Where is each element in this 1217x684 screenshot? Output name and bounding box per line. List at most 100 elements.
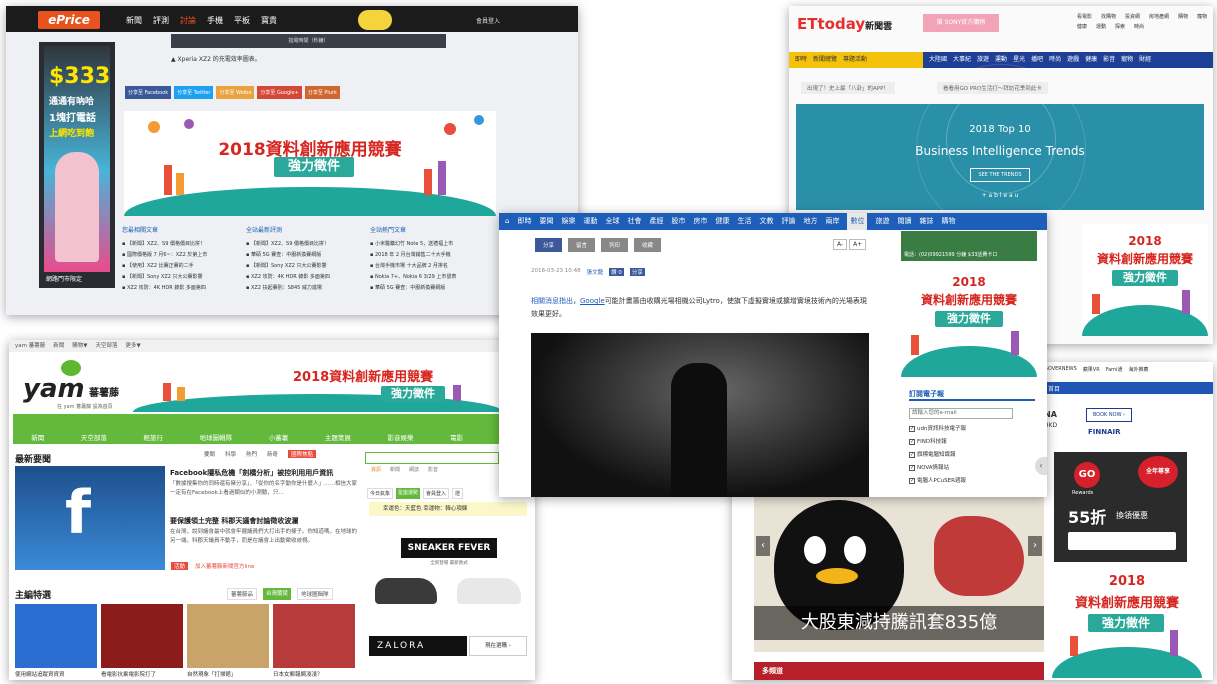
article-link[interactable]: 相關消息指出 xyxy=(531,297,573,305)
tab-earth[interactable]: 地球圖輯隊 xyxy=(297,588,333,600)
nav-travel[interactable]: 輕旅行 xyxy=(144,432,164,442)
special-thumb-phone[interactable] xyxy=(15,604,97,668)
top-link[interactable]: 時尚 xyxy=(1134,23,1144,30)
contest-side-ad[interactable]: 2018 資料創新應用競賽 強力徵件 xyxy=(1082,224,1208,336)
tab-orchid[interactable]: 台灣蘭陵 xyxy=(263,588,292,600)
nav-item[interactable]: 大事紀 xyxy=(953,52,971,68)
tab-more[interactable]: 證 xyxy=(452,488,464,499)
facebook-news-image[interactable]: f xyxy=(15,466,165,570)
carousel-prev-icon[interactable]: ‹ xyxy=(756,536,770,556)
list-item[interactable]: ▪ 台灣手機市場 十大品牌 2 月排名 xyxy=(370,261,500,272)
share-small-button[interactable]: 分享 xyxy=(629,268,645,276)
bi-button[interactable]: SEE THE TRENDS xyxy=(970,168,1030,182)
top-link[interactable]: 購物▼ xyxy=(72,340,87,352)
nav-item[interactable]: 地方 xyxy=(803,213,817,230)
bookmark-button[interactable]: 收藏 xyxy=(634,238,662,252)
top-link[interactable]: 海外推薦 xyxy=(1128,366,1148,373)
top-link[interactable]: 找購物 xyxy=(1101,13,1116,20)
top-link[interactable]: 更多▼ xyxy=(126,340,141,352)
ticker-1[interactable]: 出現了！史上最「八卦」的APP！ xyxy=(801,82,895,94)
share-button[interactable]: 分享 xyxy=(535,238,563,252)
top-link[interactable]: 看電影 xyxy=(1077,13,1092,20)
nav-item[interactable]: 財經 xyxy=(1139,52,1151,68)
nav-forum[interactable]: 討論 xyxy=(180,15,196,27)
nav-gift[interactable]: 寶貴 xyxy=(261,15,277,27)
nav-movie[interactable]: 電影 xyxy=(450,432,463,442)
tab-science[interactable]: 科學 xyxy=(225,450,236,458)
nav-news[interactable]: 新聞 xyxy=(31,432,44,442)
special-thumb-room[interactable] xyxy=(273,604,355,668)
contest-banner-ad[interactable]: 2018資料創新應用競賽 強力徵件 xyxy=(124,111,496,216)
nav-item[interactable]: 新聞總覽 xyxy=(813,52,837,68)
list-item[interactable]: ▪ 華碩 5G 賽查：中服新換賽網版 xyxy=(246,250,364,261)
article-author[interactable]: 張文龍 xyxy=(587,268,604,276)
nav-item[interactable]: 股市 xyxy=(671,213,685,230)
search-tab[interactable]: 網誌 xyxy=(409,466,419,473)
nav-item[interactable]: 運動 xyxy=(583,213,597,230)
nav-item[interactable]: 即時 xyxy=(517,213,531,230)
tab-main[interactable]: 要聞 xyxy=(204,450,215,458)
tab-novel[interactable]: 新奇 xyxy=(267,450,278,458)
nav-item[interactable]: 雜誌 xyxy=(919,213,933,230)
list-item[interactable]: ▪ 華碩 5G 賽查：中服新換賽網版 xyxy=(370,283,500,294)
nav-item[interactable]: 健康 xyxy=(1085,52,1097,68)
tab-weather[interactable]: 今日氣象 xyxy=(367,488,394,499)
nav-item[interactable]: 購物 xyxy=(941,213,955,230)
eprice-logo[interactable]: ePrice xyxy=(38,11,100,29)
news-headline-1[interactable]: Facebook隱私危機「劍橋分析」被控利用用戶資訊 xyxy=(170,468,365,478)
nav-item[interactable]: 即時 xyxy=(795,52,807,68)
list-item[interactable]: ▪ 【新聞】XZ2、S9 價格價目比拼！ xyxy=(122,239,240,250)
thumb-caption[interactable]: 日本女郵報網淺淺？ xyxy=(273,670,355,678)
list-item[interactable]: ▪ XZ2 攻防：4K HDR 錄影 多面第四 xyxy=(122,283,240,294)
subscription-checkbox[interactable]: ✓ 旗標電腦知識報 xyxy=(909,449,966,462)
nav-item[interactable]: 生活 xyxy=(737,213,751,230)
search-tab[interactable]: 新聞 xyxy=(390,466,400,473)
nav-item[interactable]: 評論 xyxy=(781,213,795,230)
nav-item[interactable]: 專題活動 xyxy=(843,52,867,68)
share-plurk-button[interactable]: 分享至 Plurk xyxy=(304,86,340,99)
nav-item[interactable]: 寵物 xyxy=(1121,52,1133,68)
top-link[interactable]: 運動 xyxy=(1096,23,1106,30)
nav-item[interactable]: 要聞 xyxy=(539,213,553,230)
nav-item[interactable]: 兩岸 xyxy=(825,213,839,230)
top-link[interactable]: yam 蕃薯藤 xyxy=(15,340,45,352)
nav-item[interactable]: 閱讀 xyxy=(897,213,911,230)
menu-item[interactable]: 首目 xyxy=(1048,384,1060,393)
nav-blog[interactable]: 天空部落 xyxy=(81,432,107,442)
home-icon[interactable]: ⌂ xyxy=(505,213,509,230)
list-item[interactable]: ▪ 2018 年 2 月台灣銷售二十大手機 xyxy=(370,250,500,261)
share-twitter-button[interactable]: 分享至 Twitter xyxy=(174,86,214,99)
book-now-button[interactable]: BOOK NOW › xyxy=(1086,408,1132,422)
top-link[interactable]: 探索 xyxy=(1115,23,1125,30)
nav-item[interactable]: 社會 xyxy=(627,213,641,230)
top-link[interactable]: 蘋果VR xyxy=(1083,366,1100,373)
top-link[interactable]: GOVERNEWS xyxy=(1044,366,1077,373)
list-item[interactable]: ▪ Nokia 7+、Nokia 6 3/29 上市發表 xyxy=(370,272,500,283)
sony-ad[interactable]: 搶 SONY官方購物 xyxy=(923,14,999,32)
sneaker-ad[interactable]: SNEAKER FEVER 全新登場 最新款式 xyxy=(369,526,529,630)
nav-theme[interactable]: 主題策展 xyxy=(325,432,351,442)
nav-item[interactable]: 時尚 xyxy=(1049,52,1061,68)
nav-earth[interactable]: 地球圖輯隊 xyxy=(200,432,233,442)
list-item[interactable]: ▪ 【新聞】Sony XZ2 只大公賽影響 xyxy=(122,272,240,283)
nav-item[interactable]: 播吧 xyxy=(1031,52,1043,68)
nav-video[interactable]: 影音娛樂 xyxy=(387,432,413,442)
yam-logo[interactable]: yam xyxy=(23,374,85,404)
thumb-caption[interactable]: 看電影抗乘電影院打了 xyxy=(101,670,183,678)
thumb-caption[interactable]: 自然現象「打掃館」 xyxy=(187,670,269,678)
nav-review[interactable]: 評測 xyxy=(153,15,169,27)
article-image[interactable] xyxy=(531,333,869,497)
nav-kids[interactable]: 小蕃薯 xyxy=(269,432,289,442)
top-link[interactable]: 新聞 xyxy=(53,340,64,352)
line-link[interactable]: 加入蕃薯藤新聞官方line xyxy=(195,562,254,570)
nav-item[interactable]: 娛樂 xyxy=(561,213,575,230)
skyscraper-ad[interactable]: $333 通通有吶哈 1塊打電話 上網吃到飽 網路門市限定 xyxy=(39,42,115,288)
nav-news[interactable]: 新聞 xyxy=(126,15,142,27)
contest-side-ad[interactable]: 2018 資料創新應用競賽 強力徵件 xyxy=(901,265,1037,377)
scroll-arrow-icon[interactable]: ‹ xyxy=(1035,457,1047,475)
list-item[interactable]: ▪ 國際價格版 7 月6~：XZ2 於第上市 xyxy=(122,250,240,261)
subscription-checkbox[interactable]: ✓ udn資訊科技電子報 xyxy=(909,423,966,436)
font-decrease-button[interactable]: A- xyxy=(833,239,848,250)
contest-banner-ad[interactable]: 2018資料創新應用競賽 強力徵件 xyxy=(133,358,503,412)
list-item[interactable]: ▪ 小米醫藥幻竹 Note 5，送禮福上市 xyxy=(370,239,500,250)
